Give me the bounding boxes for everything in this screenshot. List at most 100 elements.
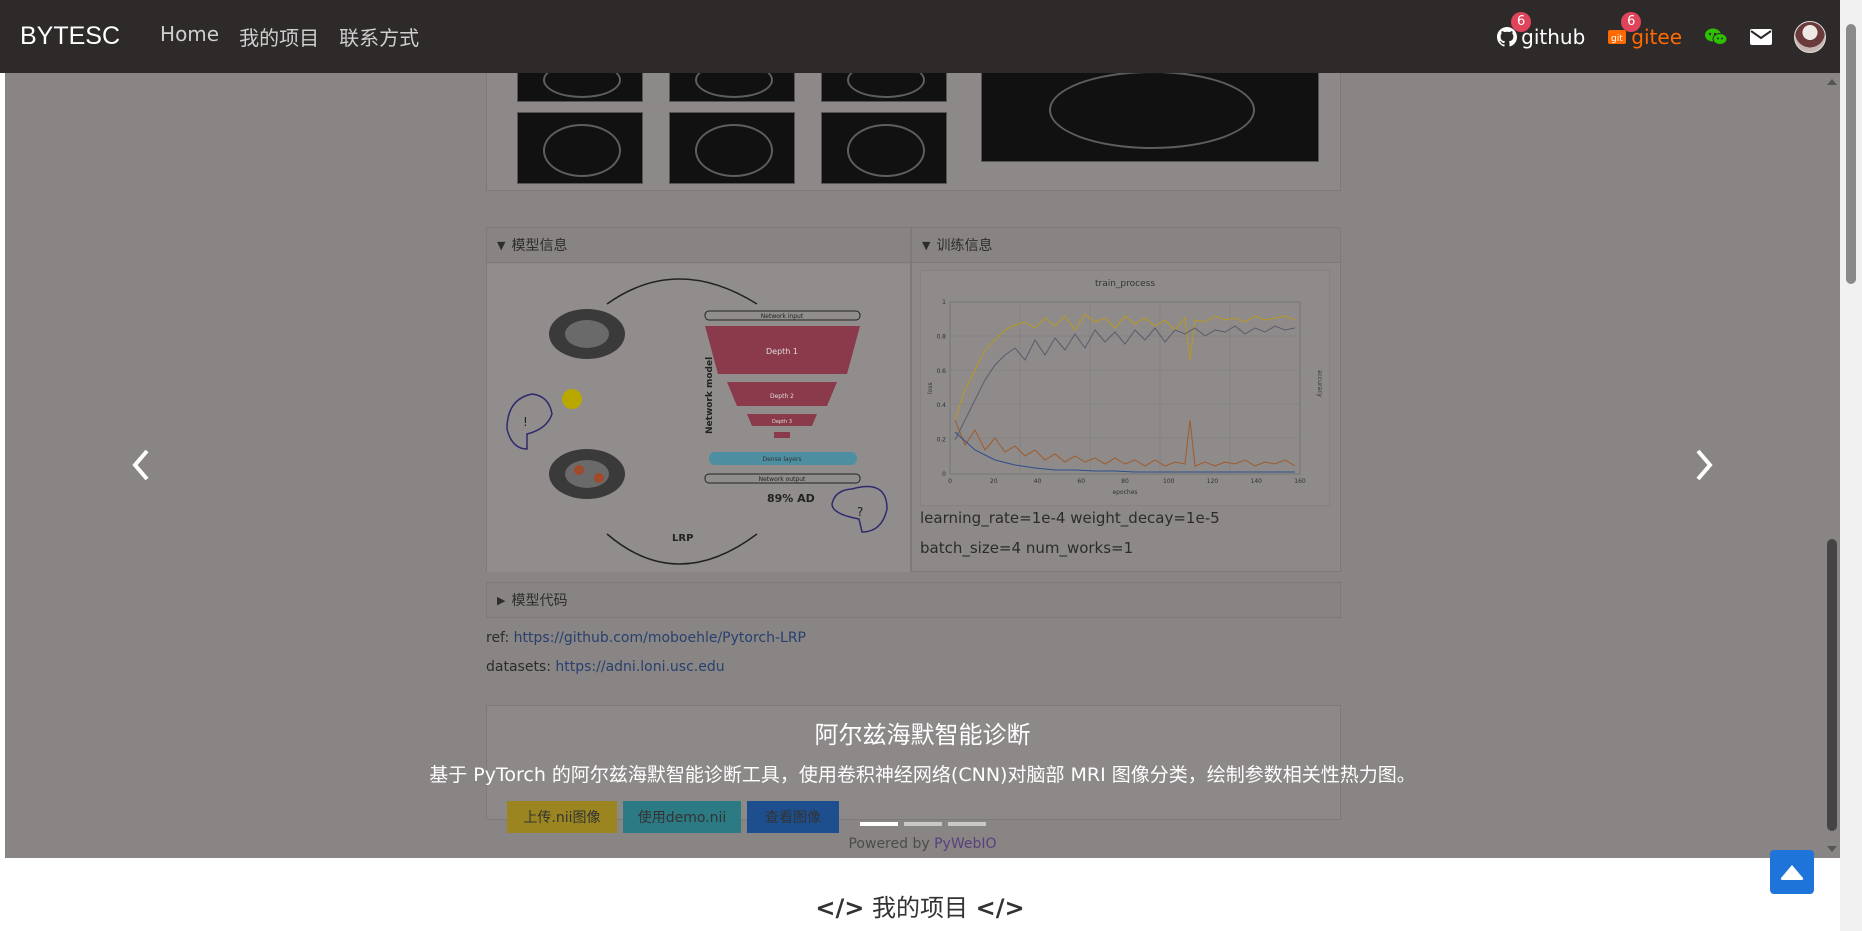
- y-tick-label: 1: [942, 299, 946, 306]
- network-output-label: Network output: [759, 476, 806, 483]
- powered-by-label: Powered by: [848, 836, 930, 852]
- mail-icon[interactable]: [1750, 28, 1772, 45]
- mri-thumb: [669, 112, 795, 184]
- datasets-link[interactable]: https://adni.loni.usc.edu: [555, 659, 724, 675]
- chart-xlabel: epoches: [1112, 489, 1137, 496]
- ref-label: ref:: [486, 630, 510, 646]
- carousel-indicator[interactable]: [903, 822, 942, 826]
- x-tick-label: 100: [1163, 478, 1175, 485]
- code-icon: </>: [815, 894, 865, 922]
- github-count-badge: 6: [1511, 11, 1532, 32]
- gitee-count-badge: 6: [1621, 11, 1642, 32]
- carousel-indicator[interactable]: [947, 822, 986, 826]
- view-image-button[interactable]: 查看图像: [747, 801, 839, 833]
- expand-triangle-icon: ▼: [497, 238, 506, 252]
- carousel-prev-icon[interactable]: [127, 445, 157, 485]
- page-scrollbar[interactable]: [1840, 0, 1862, 931]
- train-params-line1: learning_rate=1e-4 weight_decay=1e-5: [920, 509, 1220, 527]
- train-info-label: 训练信息: [936, 238, 993, 254]
- use-demo-button[interactable]: 使用demo.nii: [623, 801, 741, 833]
- navbar: BYTESC Home 我的项目 联系方式 6 github git 6 git…: [0, 0, 1840, 73]
- carousel-caption-title: 阿尔兹海默智能诊断: [814, 721, 1031, 749]
- x-tick-label: 40: [1034, 478, 1042, 485]
- lrp-question-label: ?: [857, 505, 863, 519]
- lrp-diagram: ! Network input Depth 1 Depth 2 Depth 3 …: [487, 264, 910, 572]
- upload-nii-button[interactable]: 上传.nii图像: [507, 801, 617, 833]
- pywebio-link[interactable]: PyWebIO: [934, 836, 996, 852]
- x-tick-label: 80: [1121, 478, 1129, 485]
- depth1-label: Depth 1: [766, 347, 798, 356]
- dense-layers-label: Dense layers: [762, 456, 801, 463]
- train-info-card: ▼ 训练信息 train_process 0 20 40 60 80 100 120 140 16…: [911, 227, 1341, 572]
- x-tick-label: 160: [1294, 478, 1306, 485]
- svg-text:git: git: [1611, 34, 1623, 44]
- y-tick-label: 0.2: [936, 437, 946, 444]
- avatar[interactable]: [1794, 20, 1826, 53]
- mri-thumb: [517, 112, 643, 184]
- github-link[interactable]: 6 github: [1497, 11, 1586, 49]
- train-process-chart: train_process 0 20 40 60 80 100 120 140 160 0 0.2…: [920, 270, 1330, 506]
- chart-title: train_process: [1095, 279, 1155, 289]
- network-model-label: Network model: [705, 357, 715, 434]
- x-tick-label: 0: [948, 478, 952, 485]
- y-tick-label: 0.4: [936, 402, 946, 409]
- mri-thumb: [821, 112, 947, 184]
- network-input-label: Network input: [761, 313, 804, 320]
- ref-link[interactable]: https://github.com/moboehle/Pytorch-LRP: [514, 630, 806, 646]
- section-title-label: 我的项目: [872, 894, 968, 922]
- carousel-indicators: [859, 822, 986, 826]
- brand-logo[interactable]: BYTESC: [20, 22, 120, 51]
- gitee-link[interactable]: git 6 gitee: [1607, 11, 1682, 49]
- ref-line: ref: https://github.com/moboehle/Pytorch…: [486, 630, 806, 646]
- arrow-up-icon: [1780, 865, 1804, 880]
- depth2-label: Depth 2: [770, 393, 794, 400]
- model-info-label: 模型信息: [511, 238, 568, 254]
- y-tick-label: 0: [942, 471, 946, 478]
- back-to-top-button[interactable]: [1770, 850, 1814, 894]
- page-scrollbar-thumb[interactable]: [1846, 24, 1856, 284]
- mri-thumb: [821, 73, 947, 102]
- powered-by: Powered by PyWebIO: [5, 830, 1840, 858]
- mri-thumb: [517, 73, 643, 102]
- chart-ylabel-left: loss: [927, 382, 934, 394]
- wechat-icon[interactable]: [1704, 27, 1728, 47]
- model-code-card: ▶ 模型代码: [486, 582, 1341, 618]
- project-carousel: ▼ 模型信息 ! Network input Depth 1 Depth 2 D…: [5, 73, 1840, 858]
- depth3-label: Depth 3: [772, 419, 792, 425]
- datasets-line: datasets: https://adni.loni.usc.edu: [486, 659, 725, 675]
- x-tick-label: 140: [1251, 478, 1263, 485]
- y-tick-label: 0.8: [936, 333, 946, 340]
- scroll-down-icon[interactable]: [1824, 840, 1840, 856]
- y-tick-label: 0.6: [936, 368, 946, 375]
- lrp-exclaim-label: !: [523, 415, 528, 429]
- model-info-card: ▼ 模型信息 ! Network input Depth 1 Depth 2 D…: [486, 227, 911, 572]
- model-code-label: 模型代码: [511, 593, 568, 609]
- nav-projects[interactable]: 我的项目: [239, 22, 319, 51]
- x-tick-label: 20: [990, 478, 998, 485]
- inner-scrollbar-thumb[interactable]: [1827, 539, 1837, 831]
- model-info-header[interactable]: ▼ 模型信息: [487, 228, 910, 263]
- projects-section-title: </> 我的项目 </>: [0, 888, 1840, 923]
- model-code-header[interactable]: ▶ 模型代码: [487, 583, 1340, 617]
- carousel-caption-text: 基于 PyTorch 的阿尔兹海默智能诊断工具，使用卷积神经网络(CNN)对脑部…: [429, 764, 1416, 786]
- expand-triangle-icon: ▼: [922, 238, 931, 252]
- chart-ylabel-right: accuracy: [1316, 370, 1323, 398]
- expand-triangle-icon: ▶: [497, 593, 506, 607]
- code-icon: </>: [975, 894, 1025, 922]
- train-params-line2: batch_size=4 num_works=1: [920, 539, 1134, 557]
- nav-contact[interactable]: 联系方式: [339, 22, 419, 51]
- mri-images-card: [486, 73, 1341, 191]
- carousel-next-icon[interactable]: [1688, 445, 1718, 485]
- prediction-label: 89% AD: [767, 492, 815, 505]
- mri-large: [981, 73, 1319, 162]
- nav-right: 6 github git 6 gitee: [1497, 11, 1826, 53]
- nav-links: Home 我的项目 联系方式: [160, 22, 419, 51]
- mri-thumb: [669, 73, 795, 102]
- carousel-indicator[interactable]: [859, 822, 898, 826]
- github-label: github: [1521, 24, 1586, 49]
- datasets-label: datasets:: [486, 659, 551, 675]
- scroll-up-icon[interactable]: [1824, 75, 1840, 91]
- lrp-label: LRP: [672, 533, 693, 544]
- nav-home[interactable]: Home: [160, 22, 219, 51]
- train-info-header[interactable]: ▼ 训练信息: [912, 228, 1340, 263]
